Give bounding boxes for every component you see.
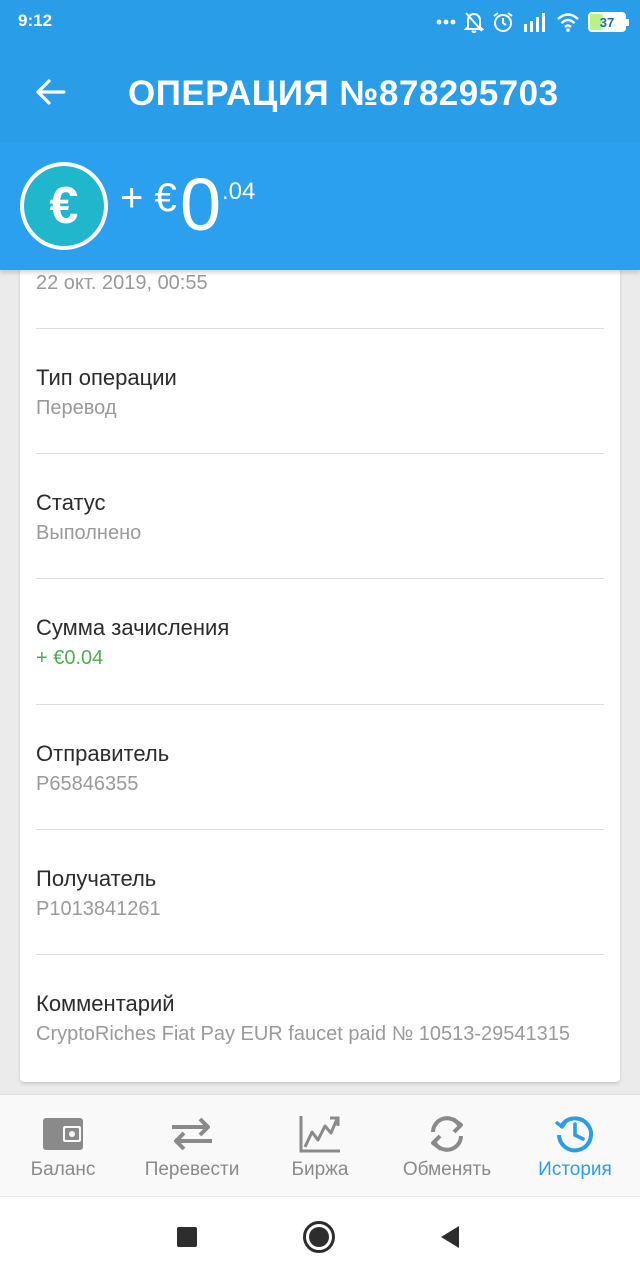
chart-icon [297, 1113, 343, 1155]
battery-icon: 37 [588, 12, 629, 32]
operation-details-card: 22 окт. 2019, 00:55 Тип операции Перевод… [20, 240, 620, 1082]
detail-value: Выполнено [36, 522, 142, 544]
system-back-button[interactable] [428, 1217, 472, 1261]
nav-label: Перевести [144, 1159, 240, 1180]
status-time: 9:12 [18, 11, 53, 30]
wallet-icon [40, 1113, 86, 1155]
detail-row-recipient: Получатель P1013841261 [36, 829, 604, 954]
arrow-left-icon [34, 78, 66, 111]
amount-banner: € + € 0 .04 [0, 142, 640, 270]
detail-row-amount: Сумма зачисления + €0.04 [36, 578, 604, 703]
status-icons: 37 [436, 9, 629, 35]
nav-item-history[interactable]: История [520, 1095, 630, 1195]
currency-badge: € [20, 162, 108, 250]
detail-label: Тип операции [36, 365, 177, 390]
more-dots-icon [436, 10, 456, 34]
system-navigation-bar [0, 1196, 640, 1280]
home-button[interactable] [297, 1217, 341, 1261]
detail-value: Перевод [36, 397, 117, 419]
alarm-icon [492, 10, 514, 34]
nav-label: История [538, 1159, 612, 1180]
detail-row-status: Статус Выполнено [36, 453, 604, 578]
nav-item-transfer[interactable]: Перевести [132, 1095, 252, 1195]
detail-row-sender: Отправитель P65846355 [36, 704, 604, 829]
square-icon [176, 1226, 198, 1253]
nav-label: Биржа [291, 1159, 349, 1180]
triangle-back-icon [439, 1225, 461, 1254]
signal-icon [522, 10, 548, 34]
bell-off-icon [464, 10, 484, 34]
detail-label: Получатель [36, 866, 157, 891]
detail-row-comment: Комментарий CryptoRiches Fiat Pay EUR fa… [36, 954, 604, 1079]
detail-value: P65846355 [36, 773, 139, 795]
nav-label: Баланс [30, 1159, 96, 1180]
nav-label: Обменять [402, 1159, 492, 1180]
detail-label: Комментарий [36, 991, 175, 1016]
bottom-navigation: Баланс Перевести Биржа Обменять История [0, 1094, 640, 1196]
operation-date: 22 окт. 2019, 00:55 [36, 272, 208, 294]
recent-apps-button[interactable] [165, 1217, 209, 1261]
detail-label: Сумма зачисления [36, 615, 230, 640]
refresh-icon [424, 1113, 470, 1155]
detail-value: + €0.04 [36, 647, 104, 669]
circle-home-icon [302, 1220, 336, 1259]
amount-fraction: .04 [222, 178, 256, 205]
history-icon [552, 1113, 598, 1155]
amount-sign: + € [120, 176, 177, 220]
page-title: ОПЕРАЦИЯ №878295703 [128, 74, 559, 113]
back-button[interactable] [30, 74, 70, 114]
detail-value: P1013841261 [36, 898, 161, 920]
detail-label: Статус [36, 490, 106, 515]
detail-label: Отправитель [36, 741, 170, 766]
nav-item-exchange[interactable]: Биржа [265, 1095, 375, 1195]
status-bar: 9:12 37 [0, 0, 640, 44]
detail-value: CryptoRiches Fiat Pay EUR faucet paid № … [36, 1023, 570, 1045]
nav-item-balance[interactable]: Баланс [8, 1095, 118, 1195]
amount-integer: 0 [180, 163, 222, 246]
detail-row-type: Тип операции Перевод [36, 328, 604, 453]
euro-icon: € [24, 166, 104, 246]
wifi-icon [556, 10, 580, 34]
app-bar: ОПЕРАЦИЯ №878295703 [0, 44, 640, 142]
screen: 9:12 37 ОПЕРАЦИЯ №878295703 € + € 0 .04 … [0, 0, 640, 1280]
transfer-arrows-icon [169, 1113, 215, 1155]
nav-item-swap[interactable]: Обменять [392, 1095, 502, 1195]
